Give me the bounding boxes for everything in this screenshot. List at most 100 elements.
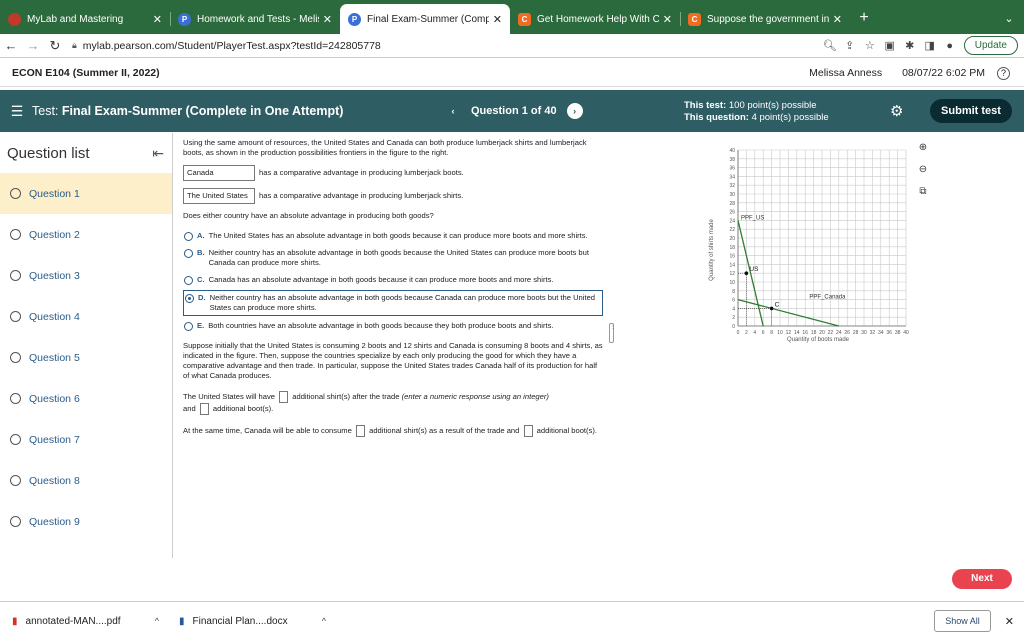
question-navigator: ‹ Question 1 of 40 › [445, 103, 583, 119]
comparative-boots-dropdown[interactable]: Canada [183, 165, 255, 181]
canada-shirts-input[interactable] [355, 425, 365, 437]
option-letter: B. [197, 248, 205, 257]
question-list-label: Question 5 [29, 351, 80, 364]
points-test-label: This test: [684, 100, 727, 111]
canada-boots-input[interactable] [523, 425, 533, 437]
comparative-shirts-dropdown[interactable]: The United States [183, 188, 255, 204]
next-button[interactable]: Next [952, 569, 1012, 589]
browser-tab[interactable]: P Homework and Tests - Melissa ✕ [170, 4, 340, 34]
forward-arrow-icon[interactable]: → [22, 38, 44, 53]
show-all-button[interactable]: Show All [934, 610, 991, 632]
sidebar-icon[interactable]: ◨ [920, 39, 940, 52]
reload-icon[interactable]: ↻ [44, 38, 66, 54]
radio-button[interactable] [184, 276, 193, 285]
question-list-item[interactable]: Question 3 [0, 255, 172, 296]
zoom-icon[interactable]: 🔍︎ [820, 39, 840, 52]
help-icon[interactable]: ? [997, 66, 1010, 80]
ppf-chart: 0 2 4 6 8 10 12 14 16 18 20 22 24 26 28 30 32 34 36 38 40024… [709, 148, 909, 343]
url-field[interactable]: 🔒︎ mylab.pearson.com/Student/PlayerTest.… [72, 40, 820, 52]
option-text: Canada has an absolute advantage in both… [208, 275, 554, 284]
y-tick-label: 2 [732, 315, 735, 321]
browser-tab[interactable]: MyLab and Mastering ✕ [0, 4, 170, 34]
close-icon[interactable]: ✕ [323, 13, 332, 26]
question-list-item[interactable]: Question 4 [0, 296, 172, 337]
zoom-out-icon[interactable]: ⊖ [915, 162, 931, 178]
new-tab-button[interactable]: + [850, 4, 878, 34]
answer-option[interactable]: A. The United States has an absolute adv… [183, 229, 603, 243]
question-list-item[interactable]: Question 2 [0, 214, 172, 255]
menu-icon[interactable]: ☰ [2, 103, 32, 120]
points-info: This test: 100 point(s) possible This qu… [684, 100, 829, 124]
download-item[interactable]: ▮ Financial Plan....docx ^ [179, 616, 334, 627]
close-icon[interactable]: ✕ [663, 13, 672, 26]
bookmark-star-icon[interactable]: ☆ [860, 39, 880, 52]
update-button[interactable]: Update [963, 36, 1018, 55]
answer-option[interactable]: B. Neither country has an absolute advan… [183, 246, 603, 270]
consumption-point-label: C [775, 301, 780, 308]
browser-tab-active[interactable]: P Final Exam-Summer (Complete ✕ [340, 4, 510, 34]
radio-button[interactable] [184, 249, 193, 258]
resize-handle-icon[interactable]: ⋮ [609, 323, 616, 343]
popout-icon[interactable]: ⧉ [915, 184, 931, 200]
browser-tab-bar: MyLab and Mastering ✕ P Homework and Tes… [0, 0, 1024, 34]
next-question-icon[interactable]: › [566, 103, 583, 119]
radio-button[interactable] [184, 322, 193, 331]
question-list-item[interactable]: Question 7 [0, 419, 172, 460]
x-tick-label: 26 [844, 330, 850, 336]
question-list-item[interactable]: Question 1 [0, 173, 172, 214]
download-item[interactable]: ▮ annotated-MAN....pdf ^ [12, 616, 167, 627]
question-list-item[interactable]: Question 6 [0, 378, 172, 419]
x-tick-label: 36 [886, 330, 892, 336]
question-list-label: Question 1 [29, 187, 80, 200]
question-list-label: Question 2 [29, 228, 80, 241]
question-list-label: Question 7 [29, 433, 80, 446]
y-tick-label: 40 [729, 148, 735, 154]
x-tick-label: 32 [870, 330, 876, 336]
consumption-point-label: US [749, 266, 759, 273]
tab-search-chevron-icon[interactable]: ⌄ [994, 4, 1024, 34]
x-tick-label: 24 [836, 330, 842, 336]
us-boots-input[interactable] [199, 403, 209, 415]
zoom-in-icon[interactable]: ⊕ [915, 140, 931, 156]
browser-tab[interactable]: C Get Homework Help With Chegg ✕ [510, 4, 680, 34]
chevron-up-icon[interactable]: ^ [322, 616, 326, 626]
previous-question-icon[interactable]: ‹ [445, 103, 461, 119]
puzzle-icon[interactable]: ✱ [900, 39, 920, 52]
y-tick-label: 18 [729, 245, 735, 251]
download-filename: Financial Plan....docx [192, 615, 288, 627]
back-arrow-icon[interactable]: ← [0, 38, 22, 53]
x-tick-label: 6 [762, 330, 765, 336]
question-list-item[interactable]: Question 8 [0, 460, 172, 501]
close-icon[interactable]: ✕ [153, 13, 162, 26]
option-text: The United States has an absolute advant… [208, 231, 588, 240]
settings-gear-icon[interactable]: ⚙︎ [890, 102, 903, 120]
answer-option[interactable]: E. Both countries have an absolute advan… [183, 319, 603, 333]
y-tick-label: 16 [729, 254, 735, 260]
address-bar: ← → ↻ 🔒︎ mylab.pearson.com/Student/Playe… [0, 34, 1024, 58]
x-tick-label: 10 [777, 330, 783, 336]
browser-tab[interactable]: C Suppose the government incre ✕ [680, 4, 850, 34]
question-list-item[interactable]: Question 9 [0, 501, 172, 542]
us-mid-text: additional shirt(s) after the trade [292, 392, 400, 401]
answer-option-selected[interactable]: D. Neither country has an absolute advan… [183, 290, 603, 316]
y-tick-label: 8 [732, 289, 735, 295]
radio-button[interactable] [184, 232, 193, 241]
profile-avatar-icon[interactable]: ● [940, 40, 960, 52]
download-filename: annotated-MAN....pdf [25, 615, 121, 627]
status-circle-icon [10, 475, 21, 486]
close-icon[interactable]: ✕ [493, 13, 502, 26]
radio-button-selected[interactable] [185, 294, 194, 303]
close-icon[interactable]: ✕ [1005, 615, 1014, 628]
pearson-favicon-icon: P [348, 12, 361, 26]
collapse-panel-icon[interactable]: ⇤ [152, 145, 164, 162]
question-counter: Question 1 of 40 [471, 105, 557, 117]
series-label-us: PPF_US [741, 215, 764, 221]
answer-option[interactable]: C. Canada has an absolute advantage in b… [183, 273, 603, 287]
question-list-item[interactable]: Question 5 [0, 337, 172, 378]
close-icon[interactable]: ✕ [833, 13, 842, 26]
share-icon[interactable]: ⇪ [840, 39, 860, 52]
chevron-up-icon[interactable]: ^ [155, 616, 159, 626]
extension-icon[interactable]: ▣ [880, 39, 900, 52]
us-shirts-input[interactable] [279, 391, 289, 403]
submit-test-button[interactable]: Submit test [930, 99, 1012, 123]
